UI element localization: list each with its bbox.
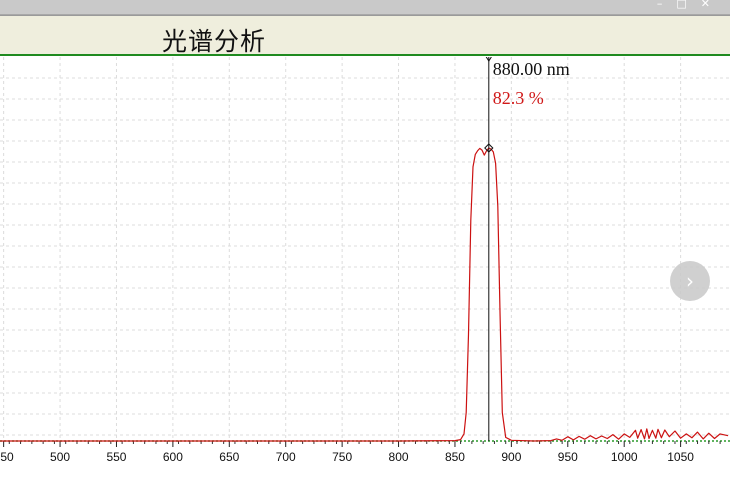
- x-tick-label: 500: [50, 450, 70, 464]
- spectrum-line: [0, 147, 729, 442]
- x-tick-label: 900: [501, 450, 521, 464]
- x-tick-label: 1000: [611, 450, 638, 464]
- minimize-icon[interactable]: –: [657, 0, 677, 10]
- cursor-marker[interactable]: 880.00 nm 82.3 %: [484, 57, 570, 441]
- chevron-right-icon[interactable]: ›: [670, 261, 710, 301]
- x-tick-label: 950: [558, 450, 578, 464]
- spectrum-chart[interactable]: 450 500 550 600 650 700 750 800 850 900 950 1000 105…: [0, 57, 730, 477]
- next-arrow-glyph: ›: [686, 269, 694, 293]
- x-tick-label: 800: [389, 450, 409, 464]
- chart-series: [0, 147, 729, 442]
- x-tick-label: 750: [332, 450, 352, 464]
- cursor-wavelength-label: 880.00 nm: [493, 59, 570, 79]
- x-tick-label: 550: [106, 450, 126, 464]
- chart-grid: [0, 57, 730, 441]
- x-tick-label: 850: [445, 450, 465, 464]
- header-bar: 光谱分析: [0, 15, 730, 56]
- x-tick-label: 650: [219, 450, 239, 464]
- x-tick-label: 700: [276, 450, 296, 464]
- x-tick-label: 1050: [667, 450, 694, 464]
- page-title: 光谱分析: [162, 27, 267, 56]
- x-tick-label: 600: [163, 450, 183, 464]
- close-icon[interactable]: ✕: [701, 0, 724, 10]
- chart-axis: 450 500 550 600 650 700 750 800 850 900 950 1000 105…: [0, 440, 730, 464]
- window-controls: –□✕: [657, 0, 724, 10]
- cursor-value-label: 82.3 %: [493, 88, 544, 108]
- window-title-bar: –□✕: [0, 0, 730, 15]
- maximize-icon[interactable]: □: [676, 0, 700, 10]
- x-tick-label: 450: [0, 450, 14, 464]
